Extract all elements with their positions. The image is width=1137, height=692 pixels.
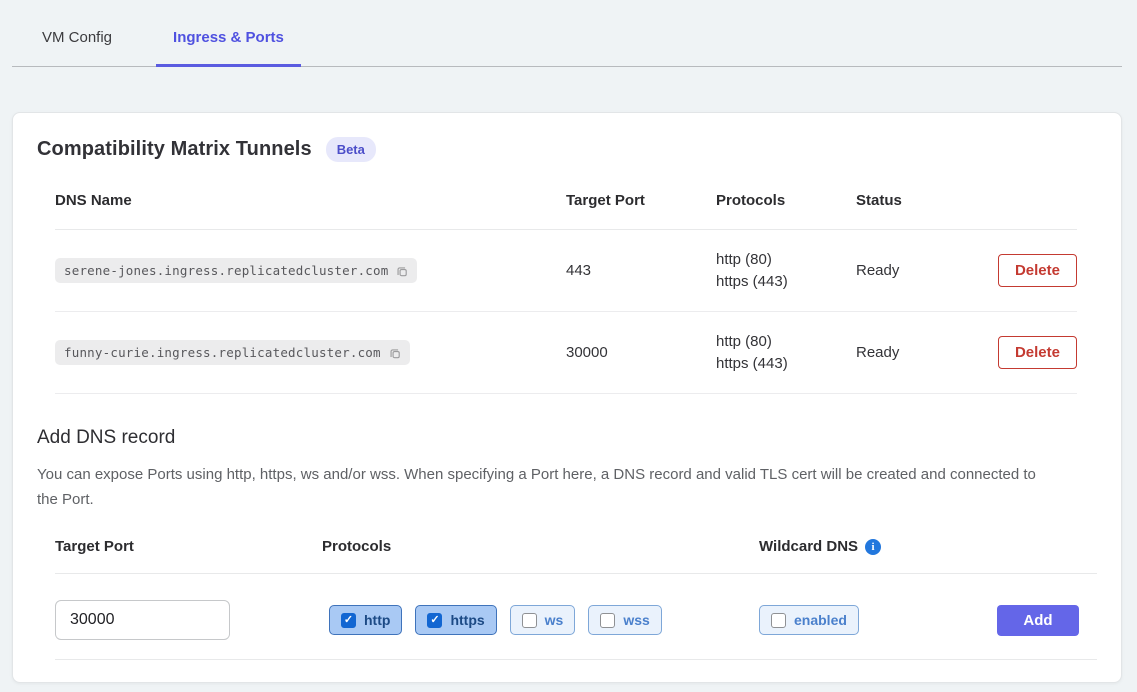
info-icon[interactable]: i [865, 539, 881, 555]
column-header-protocols: Protocols [716, 192, 856, 209]
target-port-cell: 443 [566, 262, 716, 279]
protocol-checkbox-wss[interactable]: wss [588, 605, 661, 635]
dns-name-text: funny-curie.ingress.replicatedcluster.co… [64, 345, 381, 360]
card-title-row: Compatibility Matrix Tunnels Beta [37, 137, 1097, 162]
delete-button[interactable]: Delete [998, 254, 1077, 287]
protocol-checkbox-ws[interactable]: ws [510, 605, 576, 635]
wildcard-option-label: enabled [794, 612, 847, 628]
copy-icon[interactable] [395, 264, 409, 278]
column-header-status: Status [856, 192, 997, 209]
dns-name-pill: serene-jones.ingress.replicatedcluster.c… [55, 258, 417, 283]
table-row: funny-curie.ingress.replicatedcluster.co… [55, 312, 1077, 394]
protocol-label: http [364, 612, 390, 628]
form-header-protocols: Protocols [322, 538, 759, 555]
tunnels-card: Compatibility Matrix Tunnels Beta DNS Na… [12, 112, 1122, 683]
add-form-header-row: Target Port Protocols Wildcard DNS i [55, 538, 1097, 574]
column-header-target-port: Target Port [566, 192, 716, 209]
form-header-target-port: Target Port [55, 538, 322, 555]
dns-name-pill: funny-curie.ingress.replicatedcluster.co… [55, 340, 410, 365]
checkbox-icon [771, 613, 786, 628]
target-port-input[interactable] [55, 600, 230, 640]
tunnels-table: DNS Name Target Port Protocols Status se… [55, 162, 1097, 394]
dns-name-cell: serene-jones.ingress.replicatedcluster.c… [55, 258, 566, 283]
table-row: serene-jones.ingress.replicatedcluster.c… [55, 230, 1077, 312]
table-header-row: DNS Name Target Port Protocols Status [55, 162, 1077, 230]
column-header-dns-name: DNS Name [55, 192, 566, 209]
checkbox-icon [522, 613, 537, 628]
tab-ingress-ports[interactable]: Ingress & Ports [156, 29, 301, 67]
status-cell: Ready [856, 262, 997, 279]
checkbox-icon [427, 613, 442, 628]
card-footer [37, 660, 1097, 682]
protocol-line: https (443) [716, 271, 856, 293]
dns-name-cell: funny-curie.ingress.replicatedcluster.co… [55, 340, 566, 365]
add-button[interactable]: Add [997, 605, 1079, 636]
protocols-cell: http (80) https (443) [716, 331, 856, 375]
protocol-label: ws [545, 612, 564, 628]
wildcard-dns-cell: enabled [759, 605, 997, 635]
wildcard-enabled-checkbox[interactable]: enabled [759, 605, 859, 635]
page-title: Compatibility Matrix Tunnels [37, 138, 312, 161]
actions-cell: Delete [997, 254, 1077, 287]
actions-cell: Delete [997, 336, 1077, 369]
wildcard-dns-label: Wildcard DNS [759, 538, 858, 555]
protocol-line: http (80) [716, 331, 856, 353]
target-port-field-cell [55, 600, 322, 640]
tab-bar: VM Config Ingress & Ports [12, 0, 1122, 67]
add-dns-record-description: You can expose Ports using http, https, … [37, 462, 1047, 512]
status-cell: Ready [856, 344, 997, 361]
copy-icon[interactable] [388, 346, 402, 360]
form-header-wildcard-dns: Wildcard DNS i [759, 538, 997, 555]
tab-vm-config[interactable]: VM Config [25, 29, 129, 67]
protocols-cell: http (80) https (443) [716, 249, 856, 293]
protocol-label: wss [623, 612, 649, 628]
protocol-checkbox-http[interactable]: http [329, 605, 402, 635]
protocol-label: https [450, 612, 484, 628]
beta-badge: Beta [326, 137, 376, 162]
add-button-cell: Add [997, 605, 1079, 636]
protocol-options: http https ws wss [329, 605, 759, 635]
add-form-controls-row: http https ws wss enabled Add [55, 574, 1097, 660]
dns-name-text: serene-jones.ingress.replicatedcluster.c… [64, 263, 388, 278]
target-port-cell: 30000 [566, 344, 716, 361]
protocol-line: https (443) [716, 353, 856, 375]
protocol-line: http (80) [716, 249, 856, 271]
protocol-checkbox-https[interactable]: https [415, 605, 496, 635]
checkbox-icon [600, 613, 615, 628]
delete-button[interactable]: Delete [998, 336, 1077, 369]
checkbox-icon [341, 613, 356, 628]
add-dns-record-title: Add DNS record [37, 427, 1097, 449]
